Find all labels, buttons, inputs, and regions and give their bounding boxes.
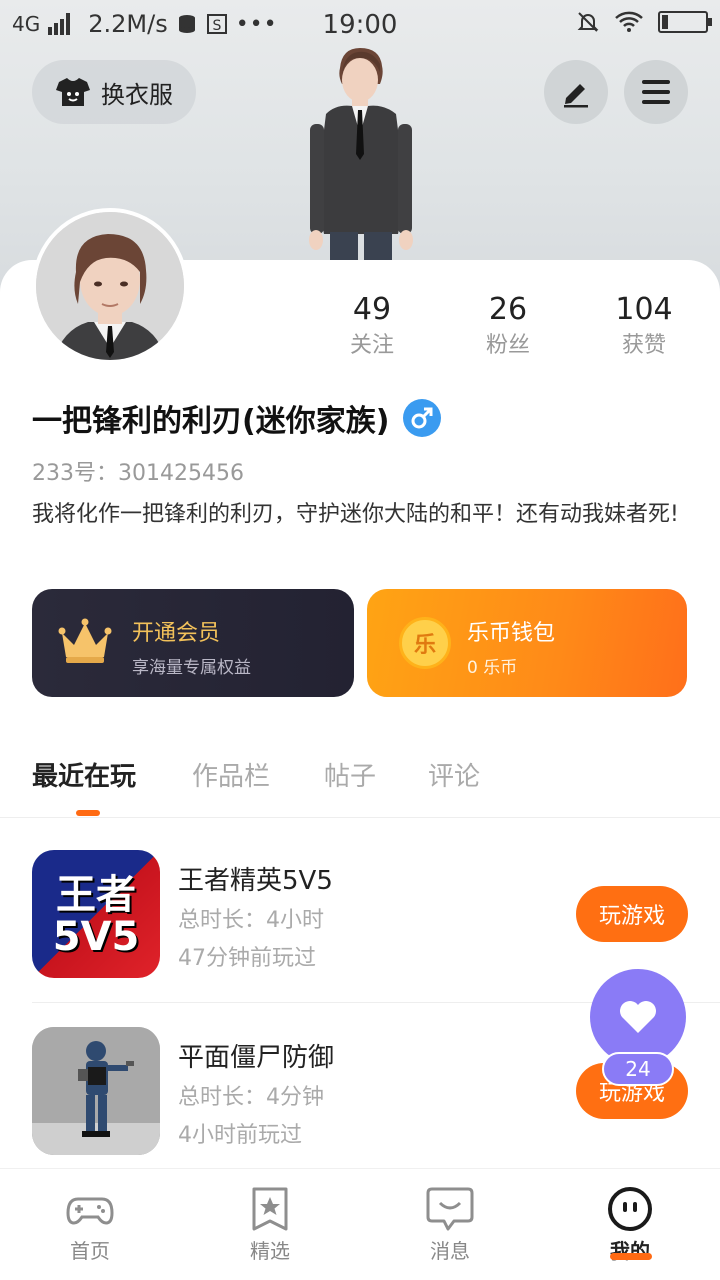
user-id-label: 233号： (32, 461, 118, 486)
nav-featured-label: 精选 (250, 1239, 290, 1263)
stat-following[interactable]: 49 关注 (302, 290, 442, 362)
stat-likes-label: 获赞 (621, 333, 666, 358)
stat-following-label: 关注 (349, 333, 394, 358)
game-icon-text-bottom: 5V5 (52, 914, 140, 960)
gamepad-icon (66, 1197, 114, 1225)
user-bio: 我将化作一把锋利的利刃，守护迷你大陆的和平！还有动我妹者死! (32, 502, 679, 527)
nav-messages-label: 消息 (430, 1239, 470, 1263)
wallet-balance: 0 乐币 (467, 658, 518, 678)
change-outfit-label: 换衣服 (101, 80, 173, 109)
edit-icon (564, 84, 588, 108)
game-title: 王者精英5V5 (178, 866, 333, 896)
stat-followers-label: 粉丝 (485, 333, 530, 358)
vip-card[interactable]: 开通会员 享海量专属权益 (32, 589, 354, 697)
avatar-3d-figure (309, 48, 413, 264)
battery-icon (658, 11, 712, 33)
vip-title: 开通会员 (132, 621, 221, 646)
nav-home[interactable]: 首页 (30, 1169, 150, 1280)
profile-tabs: 最近在玩 作品栏 帖子 评论 (0, 740, 720, 818)
stat-following-count: 49 (352, 292, 392, 327)
game-last-played: 4小时前玩过 (178, 1123, 302, 1148)
status-bar: 4G 2.2M/s S ••• 19:00 (0, 0, 720, 50)
wallet-card[interactable]: 乐 乐币钱包 0 乐币 (367, 589, 687, 697)
chat-icon (426, 1187, 474, 1231)
menu-icon (642, 80, 670, 104)
nav-messages[interactable]: 消息 (390, 1169, 510, 1280)
game-title: 平面僵尸防御 (178, 1043, 335, 1073)
tab-comments[interactable]: 评论 (428, 756, 480, 793)
name-row: 一把锋利的利刃(迷你家族) (32, 396, 442, 440)
stat-likes[interactable]: 104 获赞 (574, 290, 714, 362)
stat-likes-count: 104 (615, 292, 673, 327)
nav-featured[interactable]: 精选 (210, 1169, 330, 1280)
tab-works[interactable]: 作品栏 (192, 756, 270, 793)
like-fab[interactable] (590, 969, 686, 1065)
smile-face-icon (608, 1187, 652, 1231)
play-game-button[interactable]: 玩游戏 (576, 886, 688, 942)
game-icon-king-5v5: 王者 5V5 (32, 850, 160, 978)
stat-followers-count: 26 (488, 292, 528, 327)
nav-me[interactable]: 我的 (570, 1169, 690, 1280)
male-icon (403, 399, 442, 437)
coin-icon: 乐 (399, 617, 451, 669)
user-id[interactable]: 233号：301425456 (32, 455, 244, 487)
tab-recently-played[interactable]: 最近在玩 (32, 756, 136, 793)
change-outfit-button[interactable]: 换衣服 (32, 60, 196, 124)
star-badge-icon (252, 1187, 288, 1231)
mute-icon (577, 12, 599, 32)
wifi-icon (615, 11, 643, 32)
tab-indicator (76, 810, 100, 816)
bottom-nav: 首页 精选 消息 我的 (0, 1168, 720, 1280)
nav-active-indicator (610, 1253, 652, 1260)
wallet-title: 乐币钱包 (467, 621, 556, 646)
heart-icon (620, 1001, 656, 1033)
game-duration: 总时长：4小时 (178, 908, 324, 933)
avatar-portrait (36, 212, 184, 360)
avatar[interactable] (32, 208, 188, 364)
tab-posts[interactable]: 帖子 (324, 756, 376, 793)
game-duration: 总时长：4分钟 (178, 1085, 324, 1110)
shirt-icon (56, 78, 90, 106)
game-icon-text-top: 王者 (56, 872, 136, 918)
edit-profile-button[interactable] (544, 60, 608, 124)
vip-subtitle: 享海量专属权益 (132, 658, 251, 678)
like-count-badge: 24 (602, 1052, 674, 1086)
user-name: 一把锋利的利刃(迷你家族) (32, 404, 390, 439)
user-id-value: 301425456 (118, 461, 244, 486)
menu-button[interactable] (624, 60, 688, 124)
game-last-played: 47分钟前玩过 (178, 946, 316, 971)
nav-home-label: 首页 (70, 1239, 110, 1263)
crown-icon (58, 618, 112, 663)
stat-followers[interactable]: 26 粉丝 (438, 290, 578, 362)
game-icon-zombie-defense (32, 1027, 160, 1155)
